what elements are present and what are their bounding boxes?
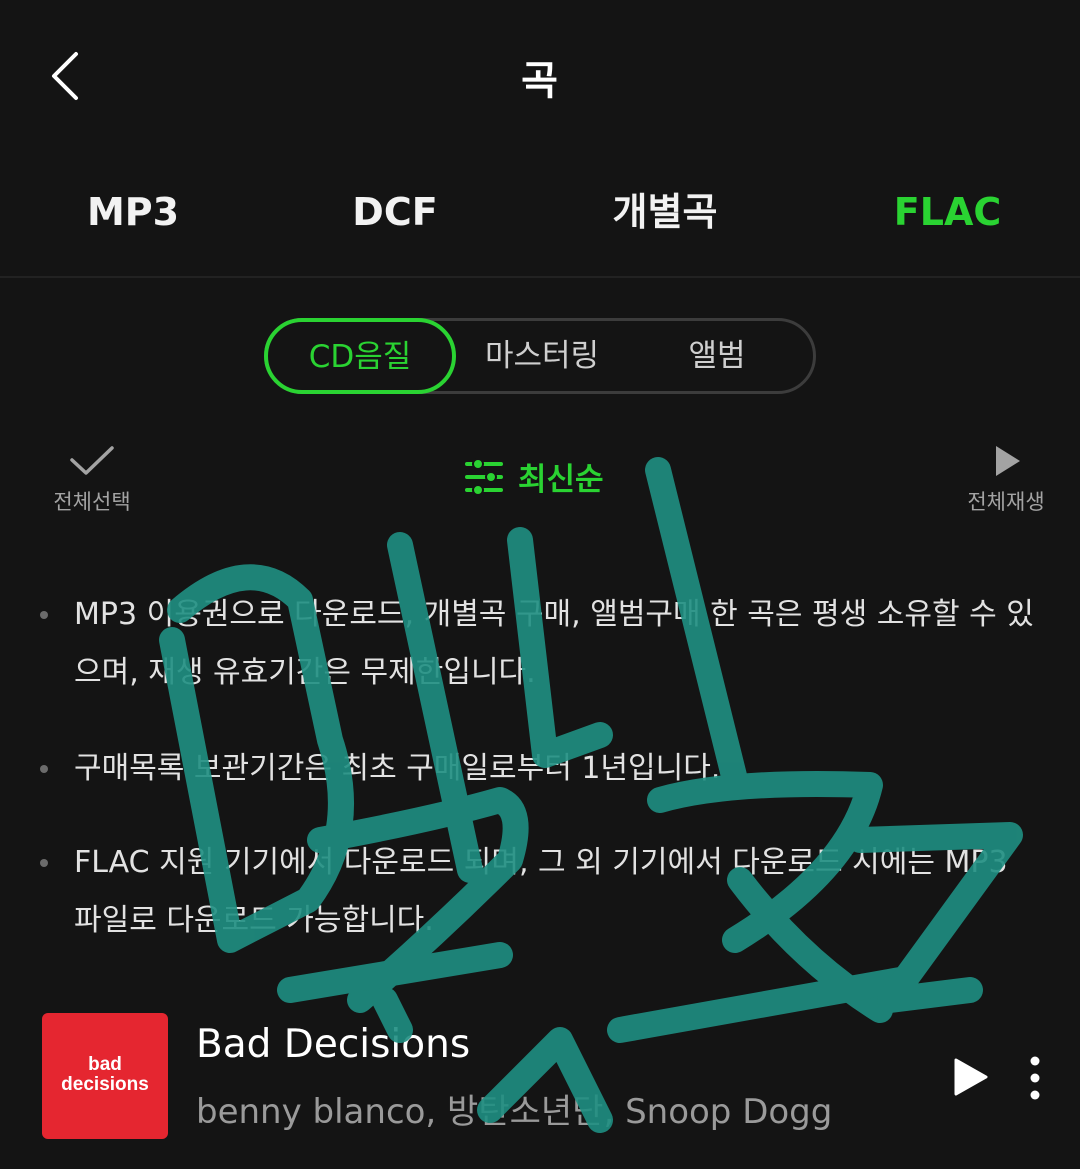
sort-button[interactable]: 최신순 [464,452,624,500]
quality-segment: CD음질 마스터링 앨범 [264,318,816,394]
tab-mp3[interactable]: MP3 [58,180,208,250]
tab-individual-song[interactable]: 개별곡 [580,180,750,250]
notice-item: MP3 이용권으로 다운로드, 개별곡 구매, 앨범구매 한 곡은 평생 소유할… [40,586,1040,702]
tabs-divider [0,276,1080,278]
tab-dcf[interactable]: DCF [320,180,470,250]
bullet-dot [40,765,48,773]
song-play-button[interactable] [948,1054,992,1100]
page-title: 곡 [521,58,559,104]
play-icon [954,1058,988,1096]
album-cover[interactable]: bad decisions [42,1013,168,1139]
sliders-icon [465,458,503,496]
song-artist: benny blanco, 방탄소년단, Snoop Dogg [196,1092,833,1132]
segment-album[interactable]: 앨범 [637,321,797,391]
play-all-label: 전체재생 [967,490,1045,514]
notice-text: 구매목록 보관기간은 최초 구매일로부터 1년입니다. [74,751,721,786]
tab-flac[interactable]: FLAC [870,180,1025,250]
song-row[interactable]: bad decisions Bad Decisions benny blanco… [0,1000,1080,1150]
segment-cd-quality[interactable]: CD음질 [264,318,456,394]
select-all-label: 전체선택 [53,490,131,514]
format-tabs: MP3 DCF 개별곡 FLAC [0,180,1080,250]
play-icon [996,446,1020,476]
notice-item: 구매목록 보관기간은 최초 구매일로부터 1년입니다. [40,740,1040,798]
play-all-button[interactable]: 전체재생 [956,440,1056,520]
notice-text: FLAC 지원 기기에서 다운로드 되며, 그 외 기기에서 다운로드 시에는 … [74,845,1008,938]
album-cover-text: bad decisions [61,1054,149,1095]
sort-label: 최신순 [518,462,604,498]
checkmark-icon [70,446,114,475]
notice-item: FLAC 지원 기기에서 다운로드 되며, 그 외 기기에서 다운로드 시에는 … [40,834,1040,950]
bullet-dot [40,859,48,867]
bullet-dot [40,611,48,619]
notice-text: MP3 이용권으로 다운로드, 개별곡 구매, 앨범구매 한 곡은 평생 소유할… [74,597,1034,690]
song-title: Bad Decisions [196,1022,471,1067]
handwriting-overlay [159,457,1023,1133]
song-more-button[interactable] [1020,1054,1050,1104]
segment-mastering[interactable]: 마스터링 [457,321,627,391]
more-vertical-icon [1030,1056,1040,1100]
select-all-button[interactable]: 전체선택 [30,440,154,520]
